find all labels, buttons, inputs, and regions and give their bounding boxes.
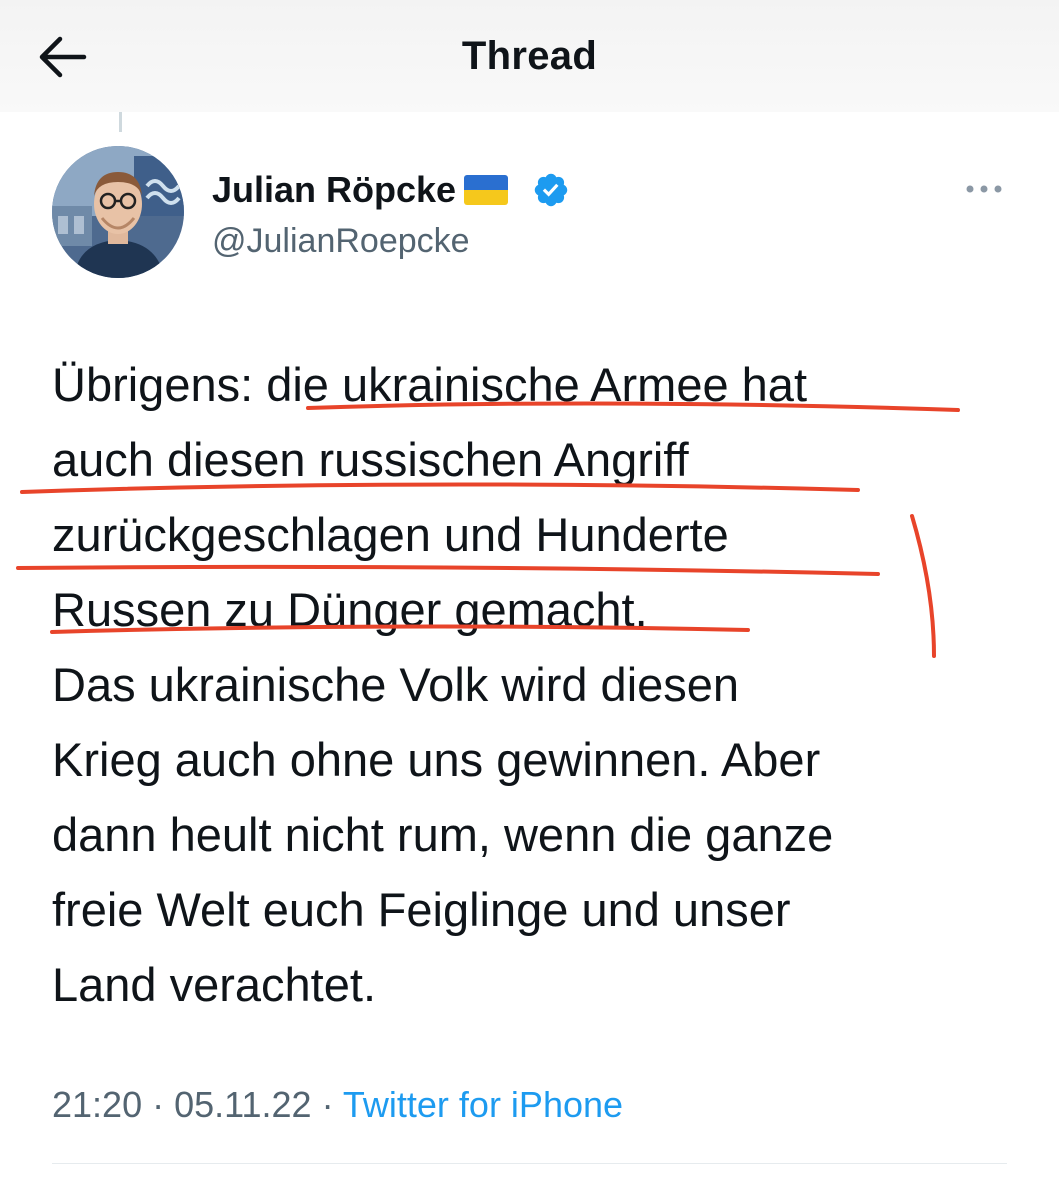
author-name: Julian Röpcke (212, 169, 457, 210)
meta-separator: · (311, 1084, 343, 1125)
top-bar: Thread (0, 0, 1059, 112)
tweet-meta: 21:20 · 05.11.22 · Twitter for iPhone (52, 1084, 623, 1126)
author-handle[interactable]: @JulianRoepcke (212, 222, 470, 261)
page-title: Thread (461, 34, 598, 78)
ukraine-flag-icon (464, 175, 509, 205)
tweet-source-link[interactable]: Twitter for iPhone (343, 1084, 623, 1125)
author-name-row[interactable]: Julian Röpcke (212, 168, 570, 212)
tweet-date: 05.11.22 (174, 1084, 312, 1125)
verified-badge-icon (532, 171, 570, 209)
thread-connector-line (119, 112, 122, 132)
divider (52, 1163, 1007, 1164)
more-horizontal-icon (966, 185, 1002, 193)
more-options-button[interactable] (962, 174, 1006, 204)
tweet-text: Übrigens: die ukrainische Armee hat auch… (52, 358, 834, 1011)
meta-separator: · (142, 1084, 175, 1125)
avatar[interactable] (52, 146, 184, 278)
tweet-time: 21:20 (52, 1084, 143, 1125)
profile-photo (52, 146, 184, 278)
